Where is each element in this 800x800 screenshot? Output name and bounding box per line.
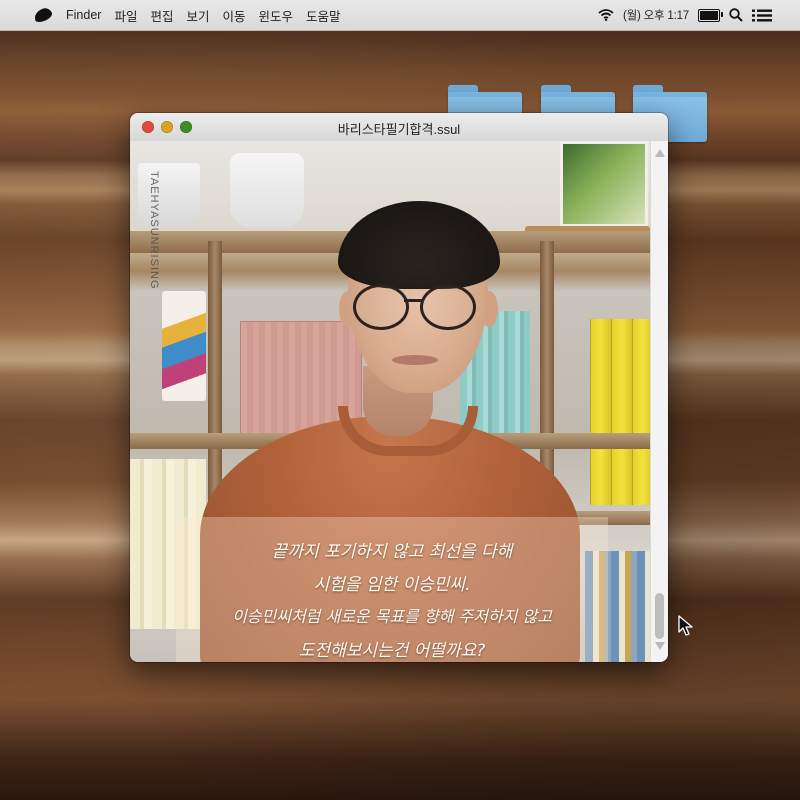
menu-bar: Finder 파일 편집 보기 이동 윈도우 도움말 (월) 오후 1:17 (0, 0, 800, 31)
caption-line: 이승민씨처럼 새로운 목표를 향해 주저하지 않고 (232, 607, 552, 626)
apple-icon[interactable] (32, 6, 54, 24)
preview-window: 바리스타필기합격.ssul TAEHYASUNRISING 끝까지 포기하지 않… (130, 113, 668, 662)
menu-clock[interactable]: (월) 오후 1:17 (623, 7, 689, 23)
window-title: 바리스타필기합격.ssul (337, 122, 461, 137)
vertical-scrollbar[interactable] (650, 141, 668, 662)
photo: TAEHYASUNRISING 끝까지 포기하지 않고 최선을 다해 시험을 임… (130, 141, 650, 662)
wifi-icon[interactable] (598, 9, 614, 21)
caption-box: 끝까지 포기하지 않고 최선을 다해 시험을 임한 이승민씨. 이승민씨처럼 새… (176, 517, 608, 662)
menu-item-window[interactable]: 윈도우 (259, 6, 294, 25)
glasses-lens (353, 284, 409, 330)
scroll-thumb[interactable] (655, 593, 664, 639)
scroll-up-arrow-icon[interactable] (655, 149, 665, 157)
menu-item-view[interactable]: 보기 (186, 6, 209, 25)
mouth (392, 355, 438, 365)
menu-app-name[interactable]: Finder (66, 8, 101, 22)
cursor-icon (678, 615, 694, 641)
caption-line: 시험을 임한 이승민씨. (313, 575, 471, 595)
status-area: (월) 오후 1:17 (598, 0, 772, 30)
menu-item-edit[interactable]: 편집 (150, 6, 173, 25)
window-titlebar[interactable]: 바리스타필기합격.ssul (130, 113, 668, 142)
glasses-bridge (404, 299, 422, 302)
caption-line: 끝까지 포기하지 않고 최선을 다해 (271, 542, 513, 562)
caption-line: 도전해보시는건 어떨까요? (298, 641, 486, 661)
menu-item-go[interactable]: 이동 (222, 6, 245, 25)
glasses-lens (420, 284, 476, 330)
scroll-down-arrow-icon[interactable] (655, 642, 665, 650)
battery-icon[interactable] (698, 8, 723, 22)
search-icon[interactable] (729, 8, 743, 22)
hair (338, 201, 500, 289)
list-icon[interactable] (752, 9, 772, 22)
menu-item-help[interactable]: 도움말 (306, 6, 341, 25)
menu-item-file[interactable]: 파일 (114, 6, 137, 25)
